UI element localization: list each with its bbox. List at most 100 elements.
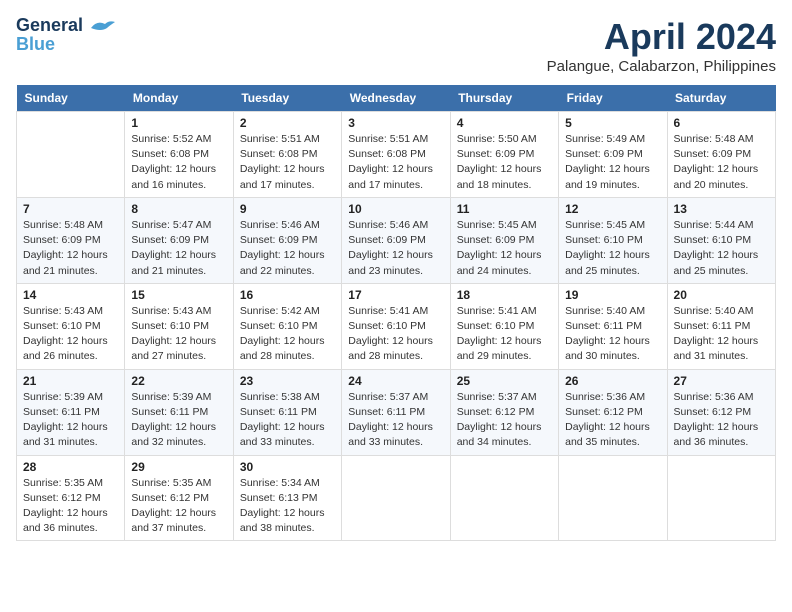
calendar-cell: 16Sunrise: 5:42 AMSunset: 6:10 PMDayligh… — [233, 283, 341, 369]
weekday-header-sunday: Sunday — [17, 85, 125, 112]
day-number: 27 — [674, 374, 769, 388]
day-number: 29 — [131, 460, 226, 474]
weekday-header-wednesday: Wednesday — [342, 85, 450, 112]
calendar-cell: 14Sunrise: 5:43 AMSunset: 6:10 PMDayligh… — [17, 283, 125, 369]
calendar-cell: 17Sunrise: 5:41 AMSunset: 6:10 PMDayligh… — [342, 283, 450, 369]
day-number: 26 — [565, 374, 660, 388]
calendar-cell — [450, 455, 558, 541]
week-row-4: 21 Sunrise: 5:39 AMSunset: 6:11 PMDayligh… — [17, 369, 776, 455]
day-number: 8 — [131, 202, 226, 216]
location-title: Palangue, Calabarzon, Philippines — [547, 58, 776, 75]
calendar-cell — [667, 455, 775, 541]
header: General Blue April 2024 Palangue, Calaba… — [16, 16, 776, 75]
day-number: 15 — [131, 288, 226, 302]
calendar-cell: 22 Sunrise: 5:39 AMSunset: 6:11 PMDayligh… — [125, 369, 233, 455]
day-info: Sunrise: 5:34 AMSunset: 6:13 PMDaylight:… — [240, 476, 335, 537]
day-info: Sunrise: 5:35 AMSunset: 6:12 PMDaylight:… — [23, 476, 118, 537]
calendar-cell: 2 Sunrise: 5:51 AMSunset: 6:08 PMDaylight… — [233, 112, 341, 198]
calendar-cell: 9 Sunrise: 5:46 AMSunset: 6:09 PMDaylight… — [233, 197, 341, 283]
day-info: Sunrise: 5:49 AMSunset: 6:09 PMDaylight:… — [565, 132, 660, 193]
calendar-cell: 6 Sunrise: 5:48 AMSunset: 6:09 PMDaylight… — [667, 112, 775, 198]
day-number: 2 — [240, 116, 335, 130]
calendar-cell: 24Sunrise: 5:37 AMSunset: 6:11 PMDayligh… — [342, 369, 450, 455]
day-number: 1 — [131, 116, 226, 130]
day-number: 11 — [457, 202, 552, 216]
day-number: 18 — [457, 288, 552, 302]
week-row-1: 1 Sunrise: 5:52 AMSunset: 6:08 PMDaylight… — [17, 112, 776, 198]
calendar-cell: 5Sunrise: 5:49 AMSunset: 6:09 PMDaylight… — [559, 112, 667, 198]
day-info: Sunrise: 5:39 AMSunset: 6:11 PMDaylight:… — [23, 390, 118, 451]
day-info: Sunrise: 5:51 AMSunset: 6:08 PMDaylight:… — [348, 132, 443, 193]
calendar-cell: 29 Sunrise: 5:35 AMSunset: 6:12 PMDayligh… — [125, 455, 233, 541]
day-number: 25 — [457, 374, 552, 388]
calendar-cell: 21 Sunrise: 5:39 AMSunset: 6:11 PMDayligh… — [17, 369, 125, 455]
day-number: 3 — [348, 116, 443, 130]
day-info: Sunrise: 5:47 AMSunset: 6:09 PMDaylight:… — [131, 218, 226, 279]
day-info: Sunrise: 5:43 AMSunset: 6:10 PMDaylight:… — [131, 304, 226, 365]
day-info: Sunrise: 5:37 AMSunset: 6:11 PMDaylight:… — [348, 390, 443, 451]
week-row-5: 28Sunrise: 5:35 AMSunset: 6:12 PMDayligh… — [17, 455, 776, 541]
calendar-cell: 13 Sunrise: 5:44 AMSunset: 6:10 PMDayligh… — [667, 197, 775, 283]
day-number: 6 — [674, 116, 769, 130]
calendar-cell — [17, 112, 125, 198]
calendar-cell: 27 Sunrise: 5:36 AMSunset: 6:12 PMDayligh… — [667, 369, 775, 455]
weekday-header-saturday: Saturday — [667, 85, 775, 112]
day-info: Sunrise: 5:46 AMSunset: 6:09 PMDaylight:… — [348, 218, 443, 279]
week-row-3: 14Sunrise: 5:43 AMSunset: 6:10 PMDayligh… — [17, 283, 776, 369]
logo: General Blue — [16, 16, 115, 54]
calendar-cell: 20 Sunrise: 5:40 AMSunset: 6:11 PMDayligh… — [667, 283, 775, 369]
day-info: Sunrise: 5:45 AMSunset: 6:10 PMDaylight:… — [565, 218, 660, 279]
day-number: 16 — [240, 288, 335, 302]
logo-blue: Blue — [16, 35, 83, 54]
day-info: Sunrise: 5:36 AMSunset: 6:12 PMDaylight:… — [565, 390, 660, 451]
day-number: 4 — [457, 116, 552, 130]
calendar-cell: 25 Sunrise: 5:37 AMSunset: 6:12 PMDayligh… — [450, 369, 558, 455]
calendar-cell: 19 Sunrise: 5:40 AMSunset: 6:11 PMDayligh… — [559, 283, 667, 369]
day-number: 21 — [23, 374, 118, 388]
weekday-header-row: SundayMondayTuesdayWednesdayThursdayFrid… — [17, 85, 776, 112]
day-number: 20 — [674, 288, 769, 302]
day-info: Sunrise: 5:40 AMSunset: 6:11 PMDaylight:… — [674, 304, 769, 365]
day-number: 13 — [674, 202, 769, 216]
day-number: 22 — [131, 374, 226, 388]
day-info: Sunrise: 5:50 AMSunset: 6:09 PMDaylight:… — [457, 132, 552, 193]
calendar-cell: 11Sunrise: 5:45 AMSunset: 6:09 PMDayligh… — [450, 197, 558, 283]
day-info: Sunrise: 5:37 AMSunset: 6:12 PMDaylight:… — [457, 390, 552, 451]
day-number: 9 — [240, 202, 335, 216]
day-info: Sunrise: 5:35 AMSunset: 6:12 PMDaylight:… — [131, 476, 226, 537]
day-number: 30 — [240, 460, 335, 474]
day-number: 12 — [565, 202, 660, 216]
month-title: April 2024 — [547, 16, 776, 58]
calendar-cell: 30 Sunrise: 5:34 AMSunset: 6:13 PMDayligh… — [233, 455, 341, 541]
calendar-cell: 4 Sunrise: 5:50 AMSunset: 6:09 PMDaylight… — [450, 112, 558, 198]
day-info: Sunrise: 5:48 AMSunset: 6:09 PMDaylight:… — [23, 218, 118, 279]
calendar-cell: 3 Sunrise: 5:51 AMSunset: 6:08 PMDaylight… — [342, 112, 450, 198]
weekday-header-tuesday: Tuesday — [233, 85, 341, 112]
day-info: Sunrise: 5:46 AMSunset: 6:09 PMDaylight:… — [240, 218, 335, 279]
calendar-cell: 7Sunrise: 5:48 AMSunset: 6:09 PMDaylight… — [17, 197, 125, 283]
week-row-2: 7Sunrise: 5:48 AMSunset: 6:09 PMDaylight… — [17, 197, 776, 283]
day-info: Sunrise: 5:39 AMSunset: 6:11 PMDaylight:… — [131, 390, 226, 451]
calendar-cell: 8 Sunrise: 5:47 AMSunset: 6:09 PMDaylight… — [125, 197, 233, 283]
title-area: April 2024 Palangue, Calabarzon, Philipp… — [547, 16, 776, 75]
day-info: Sunrise: 5:43 AMSunset: 6:10 PMDaylight:… — [23, 304, 118, 365]
day-info: Sunrise: 5:51 AMSunset: 6:08 PMDaylight:… — [240, 132, 335, 193]
day-number: 19 — [565, 288, 660, 302]
calendar-cell — [559, 455, 667, 541]
day-info: Sunrise: 5:36 AMSunset: 6:12 PMDaylight:… — [674, 390, 769, 451]
calendar-cell: 15 Sunrise: 5:43 AMSunset: 6:10 PMDayligh… — [125, 283, 233, 369]
day-info: Sunrise: 5:52 AMSunset: 6:08 PMDaylight:… — [131, 132, 226, 193]
day-info: Sunrise: 5:41 AMSunset: 6:10 PMDaylight:… — [457, 304, 552, 365]
calendar-cell — [342, 455, 450, 541]
day-info: Sunrise: 5:44 AMSunset: 6:10 PMDaylight:… — [674, 218, 769, 279]
day-info: Sunrise: 5:40 AMSunset: 6:11 PMDaylight:… — [565, 304, 660, 365]
calendar-cell: 10Sunrise: 5:46 AMSunset: 6:09 PMDayligh… — [342, 197, 450, 283]
calendar-cell: 28Sunrise: 5:35 AMSunset: 6:12 PMDayligh… — [17, 455, 125, 541]
calendar-cell: 23Sunrise: 5:38 AMSunset: 6:11 PMDayligh… — [233, 369, 341, 455]
calendar-table: SundayMondayTuesdayWednesdayThursdayFrid… — [16, 85, 776, 541]
day-number: 23 — [240, 374, 335, 388]
weekday-header-monday: Monday — [125, 85, 233, 112]
day-info: Sunrise: 5:48 AMSunset: 6:09 PMDaylight:… — [674, 132, 769, 193]
weekday-header-thursday: Thursday — [450, 85, 558, 112]
day-number: 17 — [348, 288, 443, 302]
